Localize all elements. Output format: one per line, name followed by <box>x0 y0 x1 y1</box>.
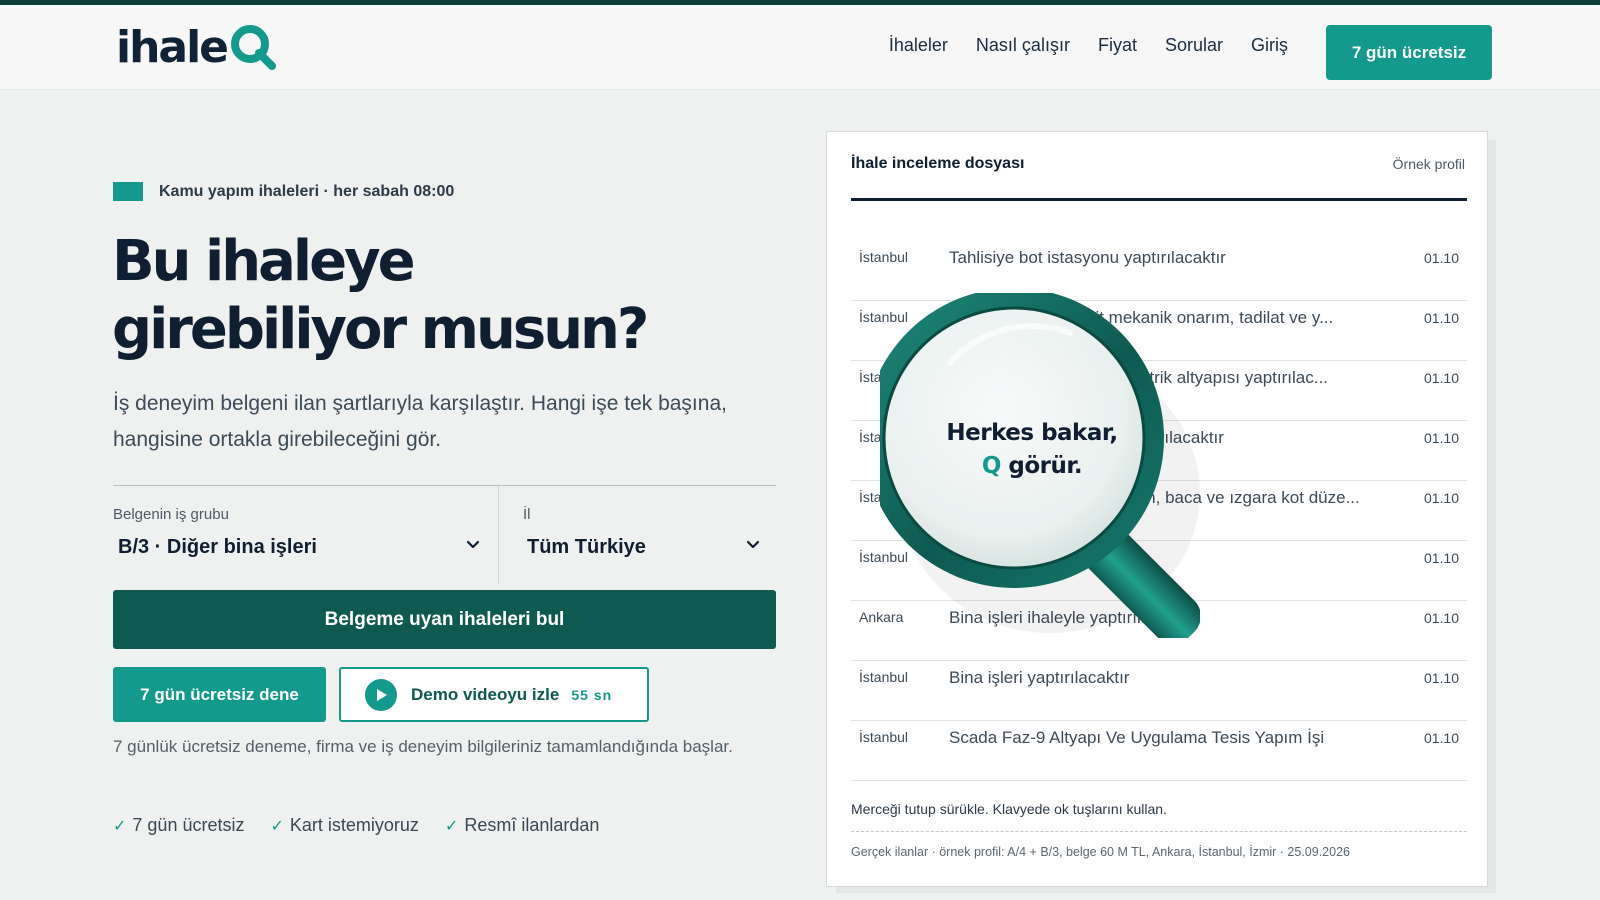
row-date: 01.10 <box>1423 550 1459 566</box>
card-footnote: Gerçek ilanlar · örnek profil: A/4 + B/3… <box>851 845 1350 859</box>
city-select-label: İl <box>523 506 531 523</box>
row-title: Scada Faz-9 Altyapı Ve Uygulama Tesis Ya… <box>949 728 1325 747</box>
city-select-value: Tüm Türkiye <box>527 536 646 558</box>
check-icon: ✓ <box>113 817 127 835</box>
demo-video-label: Demo videoyu izle <box>411 684 560 704</box>
row-date: 01.10 <box>1423 310 1459 326</box>
nav-link-giris[interactable]: Giriş <box>1251 35 1288 56</box>
row-date: 01.10 <box>1423 370 1459 386</box>
row-city: İstanbul <box>859 249 909 265</box>
check-icon: ✓ <box>270 817 284 835</box>
row-title: Bina işleri yaptırılacaktır <box>949 668 1130 687</box>
lens-q-badge: Q <box>981 453 1002 479</box>
eyebrow-marker <box>113 182 143 201</box>
play-icon <box>365 678 397 711</box>
magnifier-lens[interactable]: Herkes bakar, Q görür. <box>864 288 1201 644</box>
chevron-down-icon <box>746 540 760 549</box>
group-select-label: Belgenin iş grubu <box>113 506 229 523</box>
lens-slogan: Herkes bakar, Q görür. <box>942 417 1122 483</box>
table-row[interactable]: İstanbul Scada Faz-9 Altyapı Ve Uygulama … <box>851 721 1467 781</box>
table-row[interactable]: İstanbul Bina işleri yaptırılacaktır 01.10 <box>851 661 1467 721</box>
free-trial-button[interactable]: 7 gün ücretsiz dene <box>113 667 326 722</box>
group-select-value: B/3 · Diğer bina işleri <box>118 536 317 558</box>
nav-link-nasil-calisir[interactable]: Nasıl çalışır <box>976 35 1070 56</box>
site-header: ihale İhaleler Nasıl çalışır Fiyat Sorul… <box>0 5 1600 90</box>
benefit-list: ✓ 7 gün ücretsiz ✓ Kart istemiyoruz ✓ Resmî… <box>113 815 599 836</box>
row-city: İstanbul <box>859 729 909 745</box>
main-nav: İhaleler Nasıl çalışır Fiyat Sorular Gir… <box>889 35 1288 56</box>
nav-link-ihaleler[interactable]: İhaleler <box>889 35 948 56</box>
row-title: Tahlisiye bot istasyonu yaptırılacaktır <box>949 248 1226 267</box>
row-date: 01.10 <box>1423 430 1459 446</box>
search-form: Belgenin iş grubu B/3 · Diğer bina işler… <box>113 485 776 585</box>
group-select[interactable]: Belgenin iş grubu B/3 · Diğer bina işler… <box>113 486 499 584</box>
hero-title-line2: girebiliyor musun? <box>112 297 649 362</box>
hero-title: Bu ihaleye girebiliyor musun? <box>112 228 752 364</box>
benefit-item: ✓ 7 gün ücretsiz <box>113 815 245 835</box>
header-trial-button[interactable]: 7 gün ücretsiz <box>1326 25 1492 80</box>
city-select[interactable]: İl Tüm Türkiye <box>499 486 776 584</box>
trial-note: 7 günlük ücretsiz deneme, firma ve iş de… <box>113 737 733 756</box>
demo-video-duration: 55 sn <box>571 686 613 703</box>
row-date: 01.10 <box>1423 610 1459 626</box>
card-dashed-divider <box>851 831 1467 832</box>
row-date: 01.10 <box>1423 730 1459 746</box>
table-row[interactable]: İstanbul Tahlisiye bot istasyonu yaptırıl… <box>851 241 1467 301</box>
benefit-item: ✓ Kart istemiyoruz <box>270 815 419 835</box>
card-divider <box>851 198 1467 201</box>
demo-video-button[interactable]: Demo videoyu izle 55 sn <box>339 667 649 722</box>
row-date: 01.10 <box>1423 490 1459 506</box>
eyebrow-text: Kamu yapım ihaleleri · her sabah 08:00 <box>159 182 455 200</box>
chevron-down-icon <box>466 540 480 549</box>
row-city: İstanbul <box>859 669 909 685</box>
logo-wordmark: ihale <box>116 21 229 73</box>
logo[interactable]: ihale <box>116 19 278 75</box>
row-date: 01.10 <box>1423 670 1459 686</box>
lens-slogan-line1: Herkes bakar, <box>946 420 1118 446</box>
logo-magnifier-icon <box>228 22 278 72</box>
nav-link-fiyat[interactable]: Fiyat <box>1098 35 1137 56</box>
card-profile-label: Örnek profil <box>1392 156 1465 172</box>
find-tenders-button[interactable]: Belgeme uyan ihaleleri bul <box>113 590 776 649</box>
hero-lead: İş deneyim belgeni ilan şartlarıyla karş… <box>113 392 727 451</box>
card-title: İhale inceleme dosyası <box>851 155 1025 172</box>
benefit-item: ✓ Resmî ilanlardan <box>444 815 600 835</box>
eyebrow: Kamu yapım ihaleleri · her sabah 08:00 <box>113 182 454 201</box>
row-date: 01.10 <box>1423 250 1459 266</box>
nav-link-sorular[interactable]: Sorular <box>1165 35 1223 56</box>
hero-title-line1: Bu ihaleye <box>112 229 416 294</box>
lens-hint: Merceği tutup sürükle. Klavyede ok tuşla… <box>851 801 1167 817</box>
lens-slogan-line2: görür. <box>1008 453 1083 479</box>
check-icon: ✓ <box>444 817 459 835</box>
